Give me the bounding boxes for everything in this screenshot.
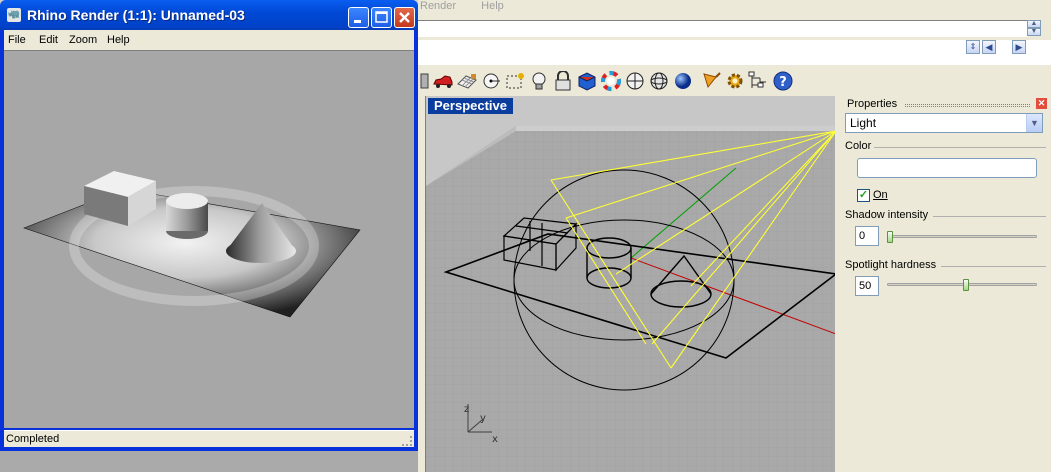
command-area: ▲ ▼ ⇕ ◀ ▶ [418, 14, 1051, 70]
render-window: 🦏 Rhino Render (1:1): Unnamed-03 File Ed… [0, 0, 418, 451]
close-window-icon[interactable] [394, 7, 415, 28]
viewport-title[interactable]: Perspective [428, 98, 513, 114]
history-scroll-up-icon[interactable]: ▲ [1027, 20, 1041, 28]
perspective-viewport[interactable]: Perspective z y x [425, 96, 835, 472]
history-scroll-down-icon[interactable]: ▼ [1027, 28, 1041, 36]
desktop-area [0, 451, 418, 472]
bulb-icon[interactable] [528, 70, 550, 92]
spotlight-icon[interactable] [700, 70, 722, 92]
rendered-image [4, 50, 414, 428]
panel-grip[interactable] [905, 104, 1030, 107]
axis-y-label: y [480, 413, 486, 424]
maximize-icon[interactable] [371, 7, 392, 28]
on-label: On [873, 189, 888, 201]
shaded-sphere-icon[interactable] [624, 70, 646, 92]
shadow-intensity-input[interactable]: 0 [855, 226, 879, 246]
osnap-icon[interactable] [504, 70, 526, 92]
render-titlebar[interactable]: 🦏 Rhino Render (1:1): Unnamed-03 [0, 0, 418, 30]
chevron-down-icon[interactable]: ▼ [1026, 114, 1042, 132]
main-toolbar: ? [418, 64, 1051, 96]
minimize-icon[interactable] [348, 7, 369, 28]
color-label: Color [845, 140, 872, 152]
properties-icon[interactable] [576, 70, 598, 92]
menu-render[interactable]: Render [420, 0, 456, 13]
axis-x-label: x [492, 434, 498, 445]
object-type-select[interactable]: Light ▼ [845, 113, 1043, 133]
shadow-intensity-slider[interactable] [887, 235, 1037, 238]
menu-zoom[interactable]: Zoom [69, 34, 97, 46]
spotlight-hardness-thumb[interactable] [963, 279, 969, 291]
color-swatch[interactable] [857, 158, 1037, 178]
properties-title: Properties [847, 98, 898, 110]
rhino-icon[interactable]: 🦏 [7, 8, 21, 22]
lock-icon[interactable] [552, 70, 574, 92]
close-icon[interactable]: ✕ [1036, 98, 1047, 109]
main-menubar: Render Help [418, 0, 1051, 14]
on-checkbox-row[interactable]: ✓ On [857, 188, 888, 202]
point-snap-icon[interactable] [480, 70, 502, 92]
help-icon[interactable]: ? [772, 70, 794, 92]
axis-z-label: z [464, 404, 469, 415]
menu-help[interactable]: Help [481, 0, 504, 13]
properties-panel: Properties ✕ Light ▼ Color ✓ On Shadow i… [841, 96, 1051, 472]
render-menubar: File Edit Zoom Help [4, 30, 414, 50]
viewport-left-border [418, 96, 425, 472]
render-window-title: Rhino Render (1:1): Unnamed-03 [27, 7, 245, 23]
resize-grip-icon[interactable] [402, 436, 412, 446]
properties-header: Properties ✕ [845, 98, 1047, 112]
car-icon[interactable] [432, 70, 454, 92]
viewport-scene: z y x [426, 96, 835, 472]
svg-text:?: ? [779, 75, 787, 90]
spotlight-hardness-label: Spotlight hardness [845, 259, 937, 271]
layer-icon[interactable] [420, 70, 430, 92]
shadow-intensity-label: Shadow intensity [845, 209, 929, 221]
render-statusbar: Completed [4, 430, 414, 447]
tree-icon[interactable] [748, 70, 770, 92]
on-checkbox[interactable]: ✓ [857, 188, 870, 202]
shadow-intensity-thumb[interactable] [887, 231, 893, 243]
prompt-spin-icon[interactable]: ⇕ [966, 40, 980, 54]
prompt-forward-icon[interactable]: ▶ [1012, 40, 1026, 54]
grid-plane-icon[interactable] [456, 70, 478, 92]
spotlight-hardness-slider[interactable] [887, 283, 1037, 286]
render-status-text: Completed [6, 433, 60, 445]
prompt-back-icon[interactable]: ◀ [982, 40, 996, 54]
wire-sphere-icon[interactable] [648, 70, 670, 92]
menu-edit[interactable]: Edit [39, 34, 58, 46]
color-wheel-icon[interactable] [600, 70, 622, 92]
command-history [418, 20, 1028, 37]
menu-file[interactable]: File [8, 34, 26, 46]
spotlight-hardness-input[interactable]: 50 [855, 276, 879, 296]
menu-help-render[interactable]: Help [107, 34, 130, 46]
gear-icon[interactable] [724, 70, 746, 92]
object-type-value: Light [850, 116, 877, 130]
render-sphere-icon[interactable] [672, 70, 694, 92]
